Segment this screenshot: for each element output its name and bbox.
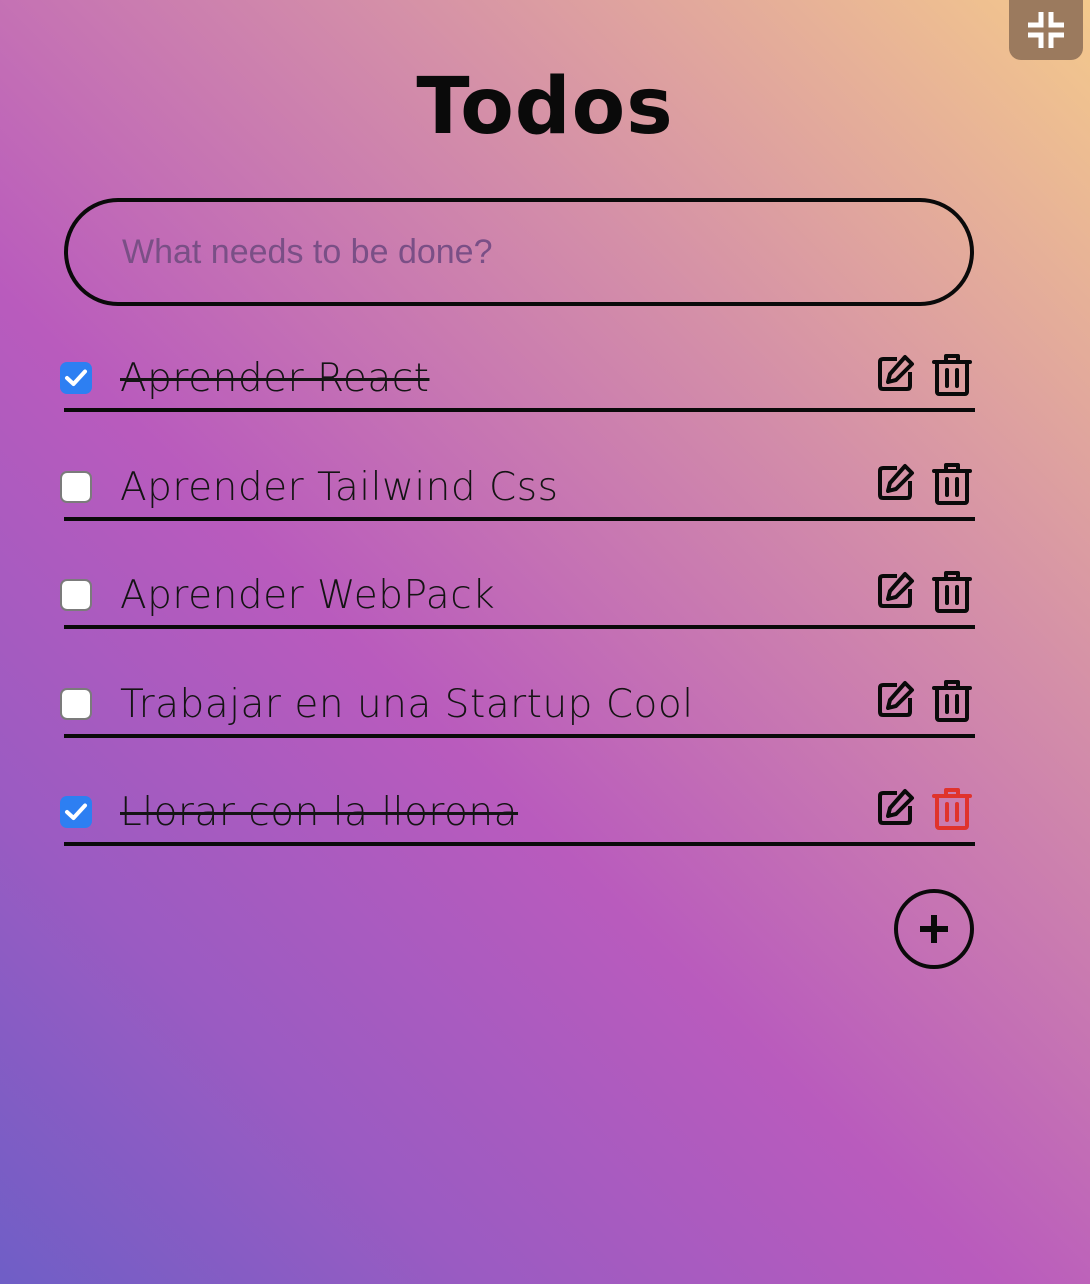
add-todo-button[interactable] [894, 889, 974, 969]
todo-divider [64, 733, 975, 738]
edit-icon[interactable] [876, 570, 916, 610]
edit-icon[interactable] [876, 353, 916, 393]
todo-label: Trabajar en una Startup Cool [120, 681, 694, 727]
todo-checkbox[interactable] [60, 579, 92, 611]
edit-icon[interactable] [876, 787, 916, 827]
edit-icon[interactable] [876, 462, 916, 502]
todo-checkbox[interactable] [60, 470, 92, 503]
todo-item: Aprender React [58, 340, 976, 449]
todo-label: Aprender React [120, 356, 430, 401]
todo-checkbox[interactable] [60, 796, 92, 828]
todo-checkbox[interactable] [60, 687, 92, 720]
todo-label: Aprender Tailwind Css [120, 464, 559, 510]
collapse-icon [1028, 12, 1064, 48]
new-todo-field[interactable] [64, 198, 974, 306]
todo-divider [64, 625, 975, 629]
collapse-button[interactable] [1009, 0, 1083, 60]
new-todo-input[interactable] [68, 231, 970, 273]
todo-checkbox[interactable] [60, 362, 92, 394]
checkmark-icon [65, 369, 87, 386]
page-title: Todos [416, 62, 674, 152]
trash-icon[interactable] [932, 570, 972, 614]
trash-icon[interactable] [932, 462, 972, 506]
todo-item: Trabajar en una Startup Cool [58, 666, 976, 775]
todo-item: Llorar con la llorona [58, 774, 976, 883]
trash-icon[interactable] [932, 787, 972, 831]
edit-icon[interactable] [876, 679, 916, 719]
plus-icon [920, 915, 948, 943]
todo-label: Aprender WebPack [120, 573, 496, 618]
todo-list: Aprender React Aprender Tailwind Css Apr [58, 340, 976, 883]
todo-label: Llorar con la llorona [120, 790, 519, 835]
todo-divider [64, 842, 975, 846]
todo-item: Aprender WebPack [58, 557, 976, 666]
trash-icon[interactable] [932, 679, 972, 723]
todo-item: Aprender Tailwind Css [58, 449, 976, 558]
checkmark-icon [65, 803, 87, 820]
trash-icon[interactable] [932, 353, 972, 397]
todo-divider [64, 516, 975, 521]
todo-divider [64, 408, 975, 412]
